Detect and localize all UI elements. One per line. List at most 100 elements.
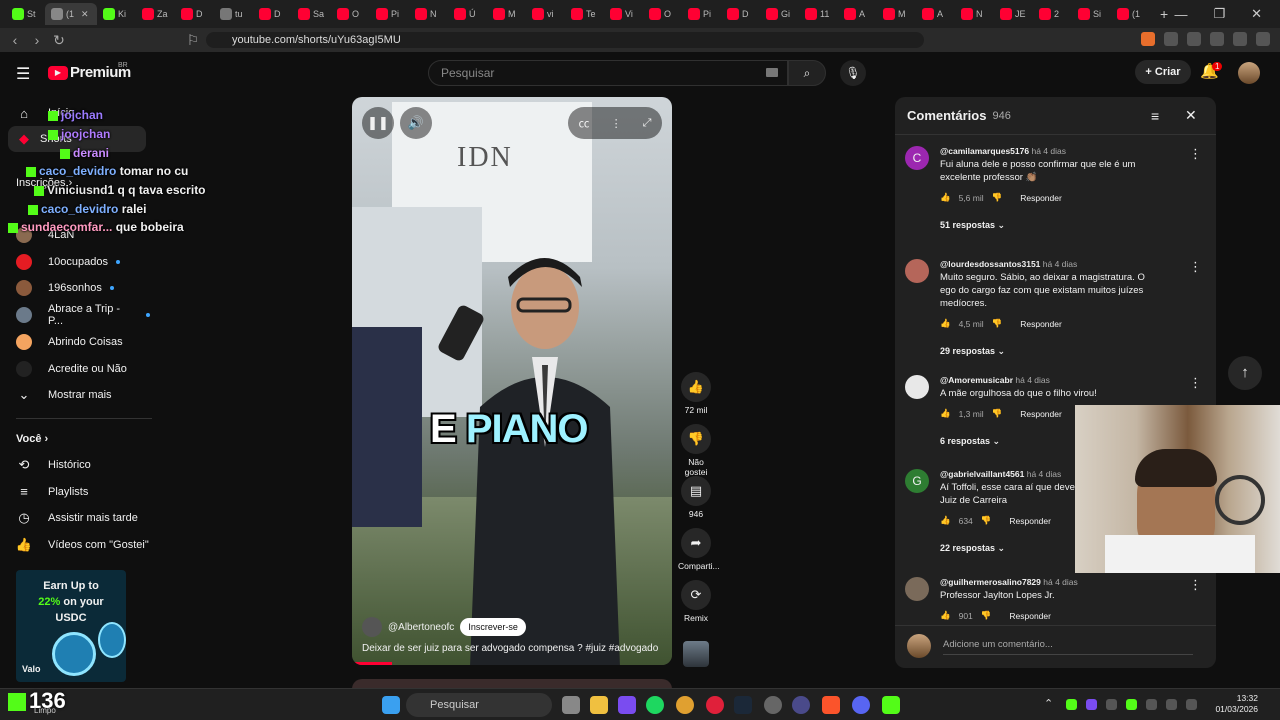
- browser-tab[interactable]: St: [6, 3, 45, 25]
- sidebar-show-more[interactable]: ⌄ Mostrar mais: [0, 382, 150, 408]
- browser-tab[interactable]: D: [721, 3, 760, 25]
- browser-tab[interactable]: JE: [994, 3, 1033, 25]
- search-button[interactable]: ⌕: [788, 60, 826, 86]
- comment-author[interactable]: @Amoremusicabr há 4 dias: [940, 375, 1050, 385]
- browser-tab[interactable]: tu: [214, 3, 253, 25]
- wifi-icon[interactable]: [1186, 699, 1197, 710]
- app-icon[interactable]: [618, 696, 636, 714]
- file-explorer-icon[interactable]: [590, 696, 608, 714]
- browser-tab[interactable]: Za: [136, 3, 175, 25]
- sidebar-icon[interactable]: [1233, 32, 1247, 46]
- comment-avatar[interactable]: C: [905, 146, 929, 170]
- chevron-up-icon[interactable]: ⌃: [1044, 697, 1053, 710]
- bookmark-icon[interactable]: ⚐: [182, 32, 204, 49]
- browser-tab[interactable]: A: [838, 3, 877, 25]
- sidebar-channel[interactable]: Abrace a Trip - P...: [0, 302, 150, 328]
- browser-tab[interactable]: vi: [526, 3, 565, 25]
- tray-icon[interactable]: [1086, 699, 1097, 710]
- sort-icon[interactable]: ≡: [1151, 108, 1159, 124]
- comment-more-icon[interactable]: ⋮: [1189, 577, 1202, 593]
- browser-tab[interactable]: Ú: [448, 3, 487, 25]
- minimize-icon[interactable]: —: [1174, 7, 1187, 22]
- volume-button[interactable]: 🔊: [400, 107, 432, 139]
- shorts-video-player[interactable]: IDN ❚❚ 🔊 ㏄ ⋮ ⤢ E PIANO @Albertoneofc Ins…: [352, 97, 672, 665]
- browser-tab[interactable]: N: [409, 3, 448, 25]
- browser-tab[interactable]: Vi: [604, 3, 643, 25]
- youtube-logo-icon[interactable]: ▶: [48, 66, 68, 80]
- create-button[interactable]: + Criar: [1135, 60, 1191, 84]
- sidebar-item[interactable]: ◷ Assistir mais tarde: [0, 505, 150, 531]
- reply-button[interactable]: Responder: [1020, 409, 1062, 419]
- maximize-icon[interactable]: ❐: [1213, 6, 1225, 22]
- app-icon[interactable]: [764, 696, 782, 714]
- replies-toggle[interactable]: 22 respostas ⌄: [940, 543, 1005, 554]
- comment-username[interactable]: @Amoremusicabr: [940, 375, 1013, 385]
- replies-toggle[interactable]: 6 respostas ⌄: [940, 436, 1000, 447]
- reply-button[interactable]: Responder: [1020, 319, 1062, 329]
- browser-tab[interactable]: (1 ✕: [45, 3, 97, 25]
- back-icon[interactable]: ‹: [4, 32, 26, 48]
- remix-action[interactable]: ⟳ Remix: [678, 580, 714, 623]
- reply-button[interactable]: Responder: [1020, 193, 1062, 203]
- sidebar-item[interactable]: ⟲ Histórico: [0, 452, 150, 478]
- comment-like-icon[interactable]: 👍: [940, 408, 951, 419]
- comment-author[interactable]: @gabrielvaillant4561 há 4 dias: [940, 469, 1061, 479]
- comment-avatar[interactable]: [905, 375, 929, 399]
- pause-button[interactable]: ❚❚: [362, 107, 394, 139]
- kick-icon[interactable]: [882, 696, 900, 714]
- sound-thumbnail[interactable]: [683, 641, 709, 667]
- add-comment-input[interactable]: Adicione um comentário...: [943, 639, 1053, 650]
- keyboard-icon[interactable]: [766, 68, 778, 77]
- browser-tab[interactable]: 2: [1033, 3, 1072, 25]
- comment-dislike-icon[interactable]: 👎: [981, 515, 992, 526]
- reply-button[interactable]: Responder: [1009, 611, 1051, 621]
- comment-more-icon[interactable]: ⋮: [1189, 146, 1202, 162]
- comment-dislike-icon[interactable]: 👎: [992, 192, 1003, 203]
- taskview-icon[interactable]: [562, 696, 580, 714]
- like-action[interactable]: 👍 72 mil: [678, 372, 714, 415]
- comment-like-icon[interactable]: 👍: [940, 610, 951, 621]
- channel-avatar[interactable]: [362, 617, 382, 637]
- comment-avatar[interactable]: G: [905, 469, 929, 493]
- reply-button[interactable]: Responder: [1009, 516, 1051, 526]
- sidebar-item[interactable]: ≡ Playlists: [0, 479, 150, 505]
- extension-icon[interactable]: [1164, 32, 1178, 46]
- browser-tab[interactable]: 11: [799, 3, 838, 25]
- sidebar-item[interactable]: 👍 Vídeos com "Gostei": [0, 532, 150, 558]
- close-icon[interactable]: ✕: [1185, 107, 1197, 124]
- spotify-icon[interactable]: [646, 696, 664, 714]
- browser-tab[interactable]: Ki: [97, 3, 136, 25]
- browser-tab[interactable]: A: [916, 3, 955, 25]
- windows-start-icon[interactable]: [382, 696, 400, 714]
- dislike-action[interactable]: 👎 Não gostei: [678, 424, 714, 477]
- new-tab-icon[interactable]: +: [1160, 6, 1168, 22]
- browser-tab[interactable]: Pi: [370, 3, 409, 25]
- voice-search-button[interactable]: 🎙: [840, 60, 866, 86]
- replies-toggle[interactable]: 51 respostas ⌄: [940, 220, 1005, 231]
- browser-tab[interactable]: Sa: [292, 3, 331, 25]
- comments-action[interactable]: ▤ 946: [678, 476, 714, 519]
- video-title[interactable]: Deixar de ser juiz para ser advogado com…: [362, 643, 662, 654]
- chrome-icon[interactable]: [676, 696, 694, 714]
- subscribe-button[interactable]: Inscrever-se: [460, 618, 526, 636]
- extension-icon[interactable]: [1187, 32, 1201, 46]
- app-icon[interactable]: [792, 696, 810, 714]
- browser-tab[interactable]: (1: [1111, 3, 1150, 25]
- comment-like-icon[interactable]: 👍: [940, 192, 951, 203]
- browser-tab[interactable]: Pi: [682, 3, 721, 25]
- volume-tray-icon[interactable]: [1166, 699, 1177, 710]
- taskbar-clock[interactable]: 13:32 01/03/2026: [1215, 693, 1258, 715]
- comment-author[interactable]: @camilamarques5176 há 4 dias: [940, 146, 1066, 156]
- opera-icon[interactable]: [706, 696, 724, 714]
- captions-icon[interactable]: ㏄: [579, 115, 590, 131]
- comment-author[interactable]: @guilhermerosalino7829 há 4 dias: [940, 577, 1078, 587]
- browser-tab[interactable]: Si: [1072, 3, 1111, 25]
- browser-tab[interactable]: O: [643, 3, 682, 25]
- brave-icon[interactable]: [822, 696, 840, 714]
- comment-more-icon[interactable]: ⋮: [1189, 259, 1202, 275]
- comment-like-icon[interactable]: 👍: [940, 318, 951, 329]
- mic-tray-icon[interactable]: [1146, 699, 1157, 710]
- comment-dislike-icon[interactable]: 👎: [981, 610, 992, 621]
- comment-avatar[interactable]: [905, 259, 929, 283]
- close-window-icon[interactable]: ✕: [1251, 6, 1262, 22]
